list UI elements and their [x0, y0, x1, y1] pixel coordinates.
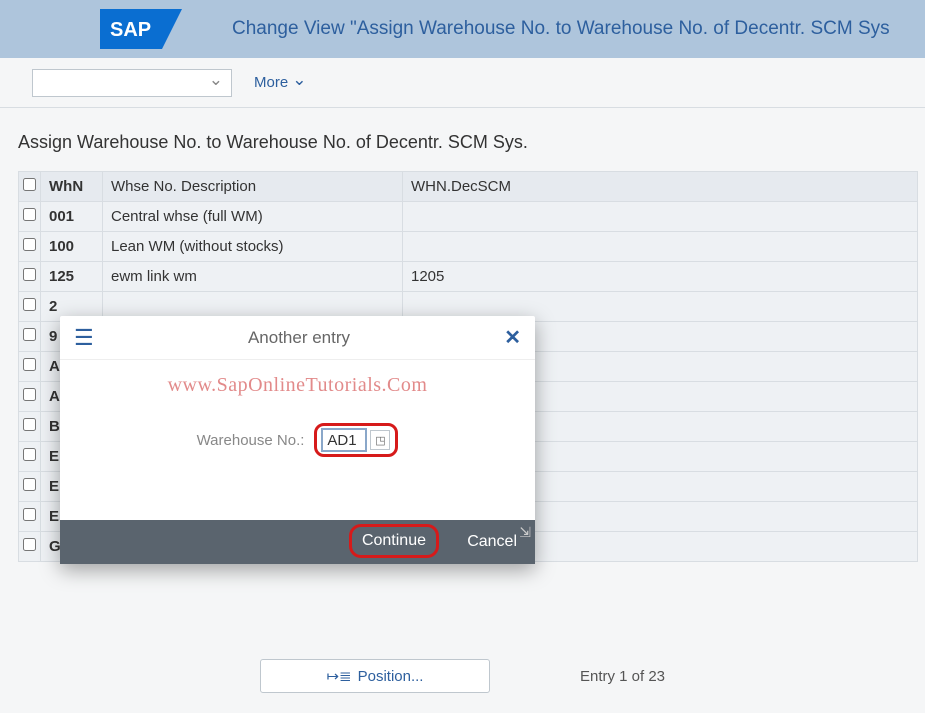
- position-label: Position...: [358, 668, 424, 685]
- footer: ↦≣ Position... Entry 1 of 23: [0, 659, 925, 693]
- row-checkbox[interactable]: [23, 238, 36, 251]
- close-icon[interactable]: ✕: [504, 325, 521, 350]
- col-header-whn[interactable]: WhN: [41, 172, 103, 202]
- row-checkbox[interactable]: [23, 538, 36, 551]
- select-all-checkbox[interactable]: [23, 178, 36, 191]
- position-icon: ↦≣: [326, 667, 351, 685]
- menu-icon[interactable]: ☰: [74, 325, 94, 351]
- cell-desc: Lean WM (without stocks): [103, 232, 403, 262]
- chevron-down-icon: [209, 73, 223, 93]
- toolbar: More: [0, 58, 925, 108]
- dialog-footer: ⇲ Continue Continue Cancel: [60, 520, 535, 564]
- cell-whn: 001: [41, 202, 103, 232]
- row-checkbox[interactable]: [23, 328, 36, 341]
- more-button[interactable]: More: [254, 73, 306, 93]
- row-checkbox[interactable]: [23, 358, 36, 371]
- cell-dec: 1205: [403, 262, 918, 292]
- row-checkbox[interactable]: [23, 268, 36, 281]
- row-checkbox[interactable]: [23, 418, 36, 431]
- dialog-title: Another entry: [94, 328, 505, 348]
- section-title: Assign Warehouse No. to Warehouse No. of…: [18, 132, 925, 153]
- table-row[interactable]: 125ewm link wm1205: [19, 262, 918, 292]
- col-header-dec[interactable]: WHN.DecSCM: [403, 172, 918, 202]
- more-label: More: [254, 74, 288, 91]
- sap-logo: SAP: [100, 9, 182, 49]
- table-row[interactable]: 100Lean WM (without stocks): [19, 232, 918, 262]
- warehouse-no-highlight: ◳: [314, 423, 398, 457]
- dialog-header: ☰ Another entry ✕: [60, 316, 535, 360]
- row-checkbox[interactable]: [23, 298, 36, 311]
- warehouse-no-label: Warehouse No.:: [197, 432, 305, 449]
- warehouse-no-input[interactable]: [322, 429, 366, 451]
- app-header: SAP Change View "Assign Warehouse No. to…: [0, 0, 925, 58]
- dialog-body: www.SapOnlineTutorials.Com Warehouse No.…: [60, 360, 535, 520]
- resize-handle-icon[interactable]: ⇲: [519, 524, 531, 541]
- cell-desc: Central whse (full WM): [103, 202, 403, 232]
- cell-desc: ewm link wm: [103, 262, 403, 292]
- svg-text:SAP: SAP: [110, 19, 151, 41]
- row-checkbox[interactable]: [23, 208, 36, 221]
- cell-whn: 125: [41, 262, 103, 292]
- select-all-header[interactable]: [19, 172, 41, 202]
- continue-button[interactable]: Continue: [362, 532, 426, 550]
- position-button[interactable]: ↦≣ Position...: [260, 659, 490, 693]
- cell-dec: [403, 202, 918, 232]
- col-header-desc[interactable]: Whse No. Description: [103, 172, 403, 202]
- another-entry-dialog: ☰ Another entry ✕ www.SapOnlineTutorials…: [60, 316, 535, 564]
- page-title: Change View "Assign Warehouse No. to War…: [232, 18, 890, 40]
- continue-highlight: Continue: [349, 524, 439, 558]
- cancel-button[interactable]: Cancel: [467, 533, 517, 551]
- cell-dec: [403, 232, 918, 262]
- watermark-text: www.SapOnlineTutorials.Com: [60, 374, 535, 397]
- entry-count: Entry 1 of 23: [580, 668, 665, 685]
- row-checkbox[interactable]: [23, 508, 36, 521]
- row-checkbox[interactable]: [23, 388, 36, 401]
- chevron-down-icon: [292, 73, 306, 93]
- table-row[interactable]: 001Central whse (full WM): [19, 202, 918, 232]
- toolbar-dropdown[interactable]: [32, 69, 232, 97]
- value-help-icon[interactable]: ◳: [370, 430, 390, 450]
- row-checkbox[interactable]: [23, 448, 36, 461]
- row-checkbox[interactable]: [23, 478, 36, 491]
- cell-whn: 100: [41, 232, 103, 262]
